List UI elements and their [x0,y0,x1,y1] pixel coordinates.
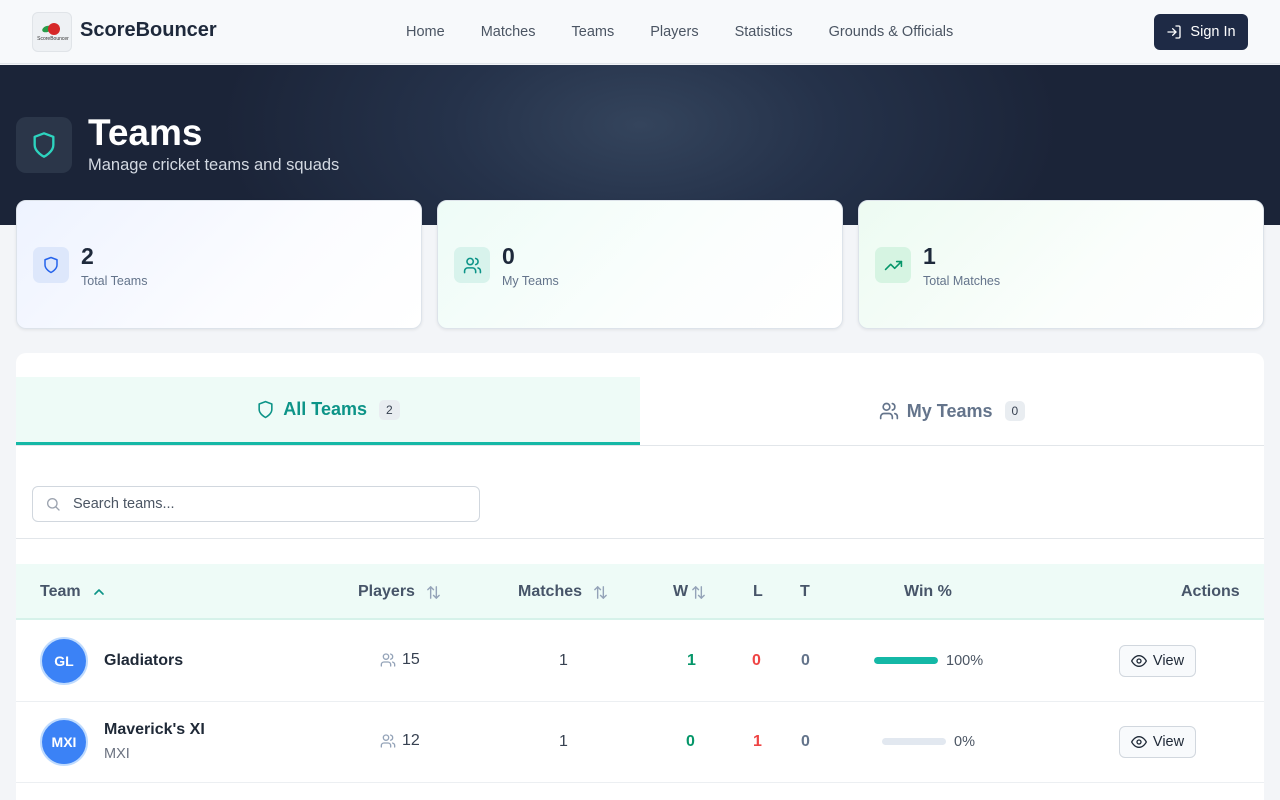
logo-ball-mark [48,23,60,35]
team-name[interactable]: Gladiators [104,652,183,670]
stat-label: Total Teams [81,274,148,288]
sort-icon [594,585,607,599]
losses-count: 0 [752,652,761,669]
tab-all-teams[interactable]: All Teams 2 [16,377,640,445]
view-team-button[interactable]: View [1119,645,1196,677]
brand-name[interactable]: ScoreBouncer [80,19,217,42]
wins-count: 0 [686,733,695,750]
team-avatar: MXI [40,718,88,766]
win-pct-label: 0% [954,734,975,750]
matches-count: 1 [559,652,568,669]
column-header-ties: T [800,564,810,620]
header-shield-icon [16,117,72,173]
stat-value: 0 [502,243,515,269]
stat-label: Total Matches [923,274,1001,288]
users-icon [879,402,898,420]
column-header-players[interactable]: Players [358,564,442,620]
logo-text: ScoreBouncer [37,36,69,42]
ties-count: 0 [801,652,810,669]
eye-icon [1130,736,1147,748]
column-header-actions: Actions [1181,564,1240,620]
column-header-label: Matches [518,583,583,600]
table-row[interactable]: MXI Maverick's XI MXI 12 1 0 1 0 0% View [16,702,1264,783]
stat-card-total-teams: 2 Total Teams [16,200,422,329]
eye-icon [1130,655,1147,667]
column-header-matches[interactable]: Matches [518,564,609,620]
search-icon [45,496,61,512]
sort-icon [427,585,440,599]
column-header-losses: L [753,564,763,620]
stat-label: My Teams [502,274,559,288]
search-input[interactable] [73,496,453,512]
tab-count-badge: 0 [1004,401,1026,421]
logo[interactable]: ScoreBouncer [32,12,72,52]
sign-in-button[interactable]: Sign In [1154,14,1248,50]
view-team-button[interactable]: View [1119,726,1196,758]
win-pct-bar [882,738,946,745]
column-header-team[interactable]: Team [40,564,107,620]
sign-in-label: Sign In [1190,24,1236,40]
stat-card-total-matches: 1 Total Matches [858,200,1264,329]
nav-link-grounds-officials[interactable]: Grounds & Officials [829,24,954,40]
column-header-label: L [753,583,763,600]
win-pct-bar-fill [874,657,938,664]
nav-link-home[interactable]: Home [406,24,445,40]
column-header-wins[interactable]: W [673,564,707,620]
win-pct-label: 100% [946,653,984,669]
nav-link-teams[interactable]: Teams [572,24,615,40]
losses-count: 1 [753,733,762,750]
trending-up-icon [875,247,911,283]
table-header: Team Players Matches W L T Win % Actions [16,564,1264,620]
stat-card-my-teams: 0 My Teams [437,200,843,329]
users-icon [380,734,396,748]
tab-count-badge: 2 [379,399,400,420]
column-header-label: Team [40,583,81,600]
tab-label: My Teams [906,400,993,421]
table-row[interactable]: GL Gladiators 15 1 1 0 0 100% View [16,621,1264,702]
tab-my-teams[interactable]: My Teams 0 [640,377,1264,445]
players-count: 15 [380,651,420,669]
page-subtitle: Manage cricket teams and squads [88,156,340,174]
column-header-label: Actions [1181,583,1240,600]
win-pct-bar [874,657,938,664]
search-box[interactable] [32,486,480,522]
wins-count: 1 [687,652,696,669]
team-abbreviation: MXI [104,746,130,762]
tab-bar: All Teams 2 My Teams 0 [16,377,1264,446]
shield-icon [33,247,69,283]
page-title: Teams [88,112,203,153]
users-icon [454,247,490,283]
nav-link-matches[interactable]: Matches [481,24,536,40]
sort-icon [692,585,705,599]
column-header-label: Players [358,583,415,600]
stat-value: 1 [923,243,936,269]
column-header-label: T [800,583,810,600]
matches-count: 1 [559,733,568,750]
team-avatar: GL [40,637,88,685]
nav-links: Home Matches Teams Players Statistics Gr… [388,0,971,64]
players-count: 12 [380,732,420,750]
players-value: 12 [402,732,420,749]
sign-in-icon [1167,25,1182,39]
column-header-label: W [673,583,689,600]
tab-label: All Teams [283,399,367,419]
view-label: View [1152,653,1185,669]
stat-value: 2 [81,243,94,269]
players-value: 15 [402,651,420,668]
top-navbar: ScoreBouncer ScoreBouncer Home Matches T… [0,0,1280,64]
shield-icon [258,400,273,419]
chevron-up-icon [93,589,104,595]
ties-count: 0 [801,733,810,750]
users-icon [380,653,396,667]
view-label: View [1152,734,1185,750]
column-header-label: Win % [904,583,952,600]
divider [16,538,1264,539]
teams-panel: All Teams 2 My Teams 0 Team Players Matc… [16,353,1264,800]
column-header-win-pct: Win % [904,564,952,620]
nav-link-players[interactable]: Players [650,24,698,40]
team-name[interactable]: Maverick's XI [104,721,205,739]
nav-link-statistics[interactable]: Statistics [735,24,793,40]
